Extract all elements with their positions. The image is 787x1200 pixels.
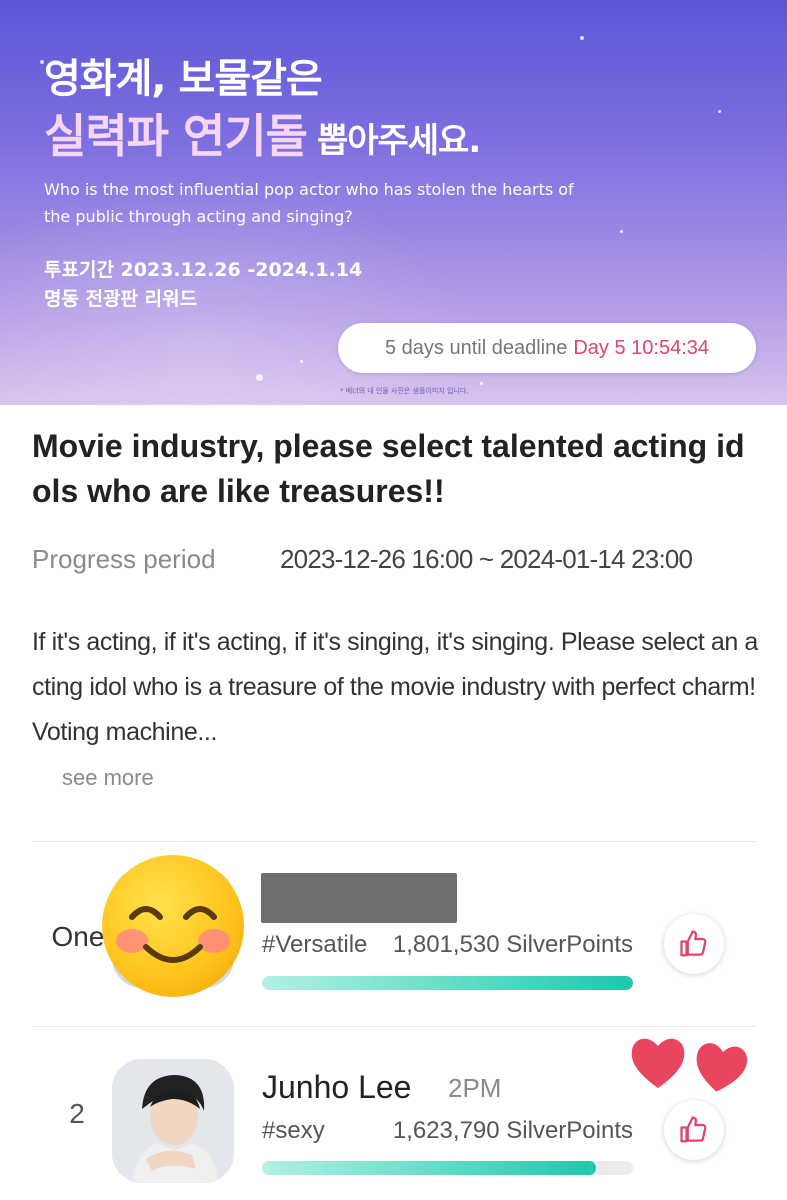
progress-period-label: Progress period	[32, 544, 216, 574]
candidate-name-redacted	[261, 873, 457, 923]
countdown-label: 5 days until deadline	[384, 336, 568, 359]
candidate-name: Junho Lee	[262, 1069, 412, 1105]
thumbs-up-icon	[680, 1116, 707, 1143]
rank-number: One	[51, 921, 105, 952]
banner-headline-line2: 실력파 연기돌 뽑아주세요.	[44, 100, 481, 166]
vote-progress-bar	[262, 976, 633, 990]
event-description: If it's acting, if it's acting, if it's …	[32, 628, 758, 746]
portrait-image	[112, 1059, 234, 1183]
banner-star	[718, 110, 721, 113]
vote-button[interactable]	[664, 914, 724, 974]
progress-period-row: Progress period 2023-12-26 16:00 ~ 2024-…	[32, 544, 762, 575]
countdown-badge: 5 days until deadline Day 5 10:54:34	[338, 323, 756, 373]
candidate-tag: #sexy	[262, 1117, 325, 1144]
banner-fineprint: * 배너의 내 인물 사진은 샘플이미지 입니다.	[340, 387, 469, 395]
banner-reward: 명동 전광판 리워드	[44, 288, 198, 310]
divider	[32, 1026, 756, 1027]
progress-period-value: 2023-12-26 16:00 ~ 2024-01-14 23:00	[280, 544, 693, 574]
vote-progress-fill	[262, 1161, 597, 1175]
banner-star	[256, 374, 263, 381]
divider	[32, 841, 756, 842]
banner-headline-line1: 영화계, 보물같은	[44, 56, 323, 102]
avatar[interactable]	[112, 1059, 234, 1183]
vote-progress-fill	[262, 976, 633, 990]
event-title: Movie industry, please select talented a…	[32, 428, 745, 509]
candidate-group: 2PM	[448, 1073, 502, 1103]
countdown-value: Day 5 10:54:34	[573, 336, 709, 359]
candidate-points: 1,623,790 SilverPoints	[392, 1117, 633, 1144]
smiling-face-emoji-icon	[102, 855, 244, 997]
see-more-link[interactable]: see more	[62, 765, 154, 791]
banner-subtitle: Who is the most influential pop actor wh…	[44, 180, 574, 226]
event-banner: 영화계, 보물같은 실력파 연기돌 뽑아주세요. Who is the most …	[0, 0, 787, 405]
vote-progress-bar	[262, 1161, 633, 1175]
thumbs-up-icon	[680, 930, 707, 957]
banner-vote-info: 투표기간 2023.12.26 -2024.1.14 명동 전광판 리워드	[44, 256, 362, 314]
banner-headline-line2-suffix: 뽑아주세요.	[316, 121, 481, 161]
rank-number: 2	[69, 1098, 85, 1129]
banner-vote-period: 투표기간 2023.12.26 -2024.1.14	[44, 259, 363, 281]
banner-star	[620, 230, 623, 233]
candidate-tag: #Versatile	[262, 931, 368, 958]
hearts-sticker-icon	[631, 1038, 748, 1092]
banner-star	[580, 36, 584, 40]
banner-star	[480, 382, 483, 385]
banner-star	[300, 360, 303, 363]
candidate-points: 1,801,530 SilverPoints	[392, 931, 633, 958]
vote-button[interactable]	[664, 1100, 724, 1160]
banner-headline-line2-main: 실력파 연기돌	[44, 109, 308, 163]
